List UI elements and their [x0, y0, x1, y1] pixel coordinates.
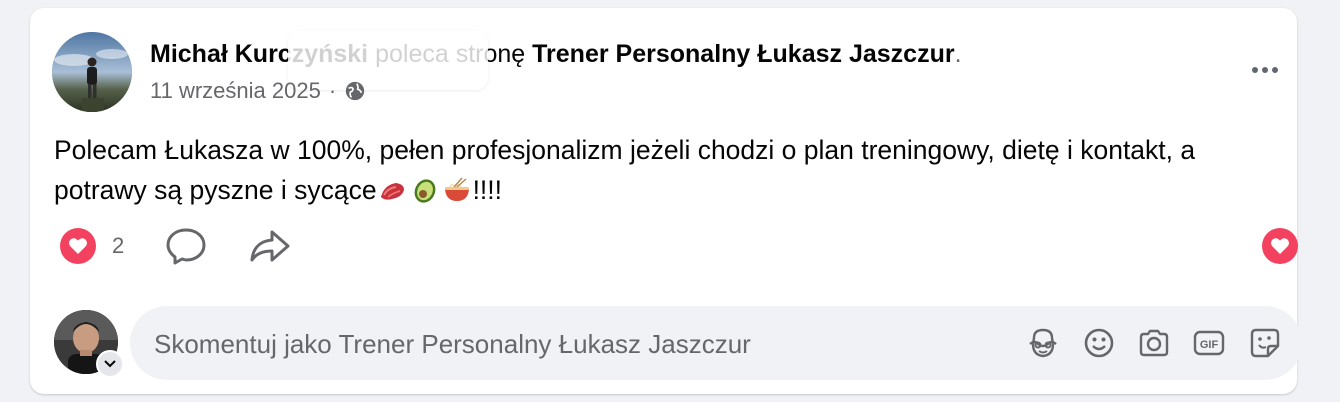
emoji-icon[interactable]: [1082, 326, 1116, 360]
page-name-link[interactable]: Trener Personalny Łukasz Jaszczur: [532, 40, 954, 68]
comment-box: GIF: [130, 306, 1302, 382]
meat-emoji-icon: [380, 183, 404, 200]
camera-icon[interactable]: [1137, 326, 1171, 360]
comment-icon[interactable]: [164, 226, 208, 266]
author-avatar[interactable]: [52, 32, 132, 112]
post-actions: 2: [60, 226, 292, 266]
more-dot-icon: [1262, 67, 1268, 73]
reaction-count[interactable]: 2: [112, 233, 124, 259]
sticker-icon[interactable]: [1248, 326, 1282, 360]
post-text-tail: !!!!: [472, 175, 503, 205]
header-dot: .: [954, 40, 962, 68]
gif-icon[interactable]: GIF: [1192, 326, 1226, 360]
avatar-sticker-icon[interactable]: [1026, 326, 1060, 360]
meta-separator: ·: [328, 78, 337, 103]
post-header: Michał Kurczyński poleca stronę Trener P…: [150, 40, 962, 69]
post-text: Polecam Łukasza w 100%, pełen profesjona…: [54, 135, 1196, 205]
like-love-button-icon[interactable]: [1262, 228, 1298, 264]
post-body: Polecam Łukasza w 100%, pełen profesjona…: [54, 130, 1254, 210]
post-date[interactable]: 11 września 2025: [150, 78, 321, 104]
noodle-bowl-emoji-icon: [444, 177, 469, 201]
chevron-down-icon[interactable]: [96, 350, 124, 378]
more-dot-icon: [1252, 67, 1258, 73]
svg-text:GIF: GIF: [1200, 339, 1219, 351]
avocado-emoji-icon: [414, 179, 435, 203]
love-reaction-icon[interactable]: [60, 228, 96, 264]
post-meta: 11 września 2025 ·: [150, 78, 366, 104]
more-options-button[interactable]: [1240, 52, 1290, 88]
comment-input[interactable]: [152, 306, 916, 382]
more-dot-icon: [1272, 67, 1278, 73]
globe-icon: [345, 81, 365, 101]
share-icon[interactable]: [248, 226, 292, 266]
post-card: Michał Kurczyński poleca stronę Trener P…: [30, 8, 1302, 394]
